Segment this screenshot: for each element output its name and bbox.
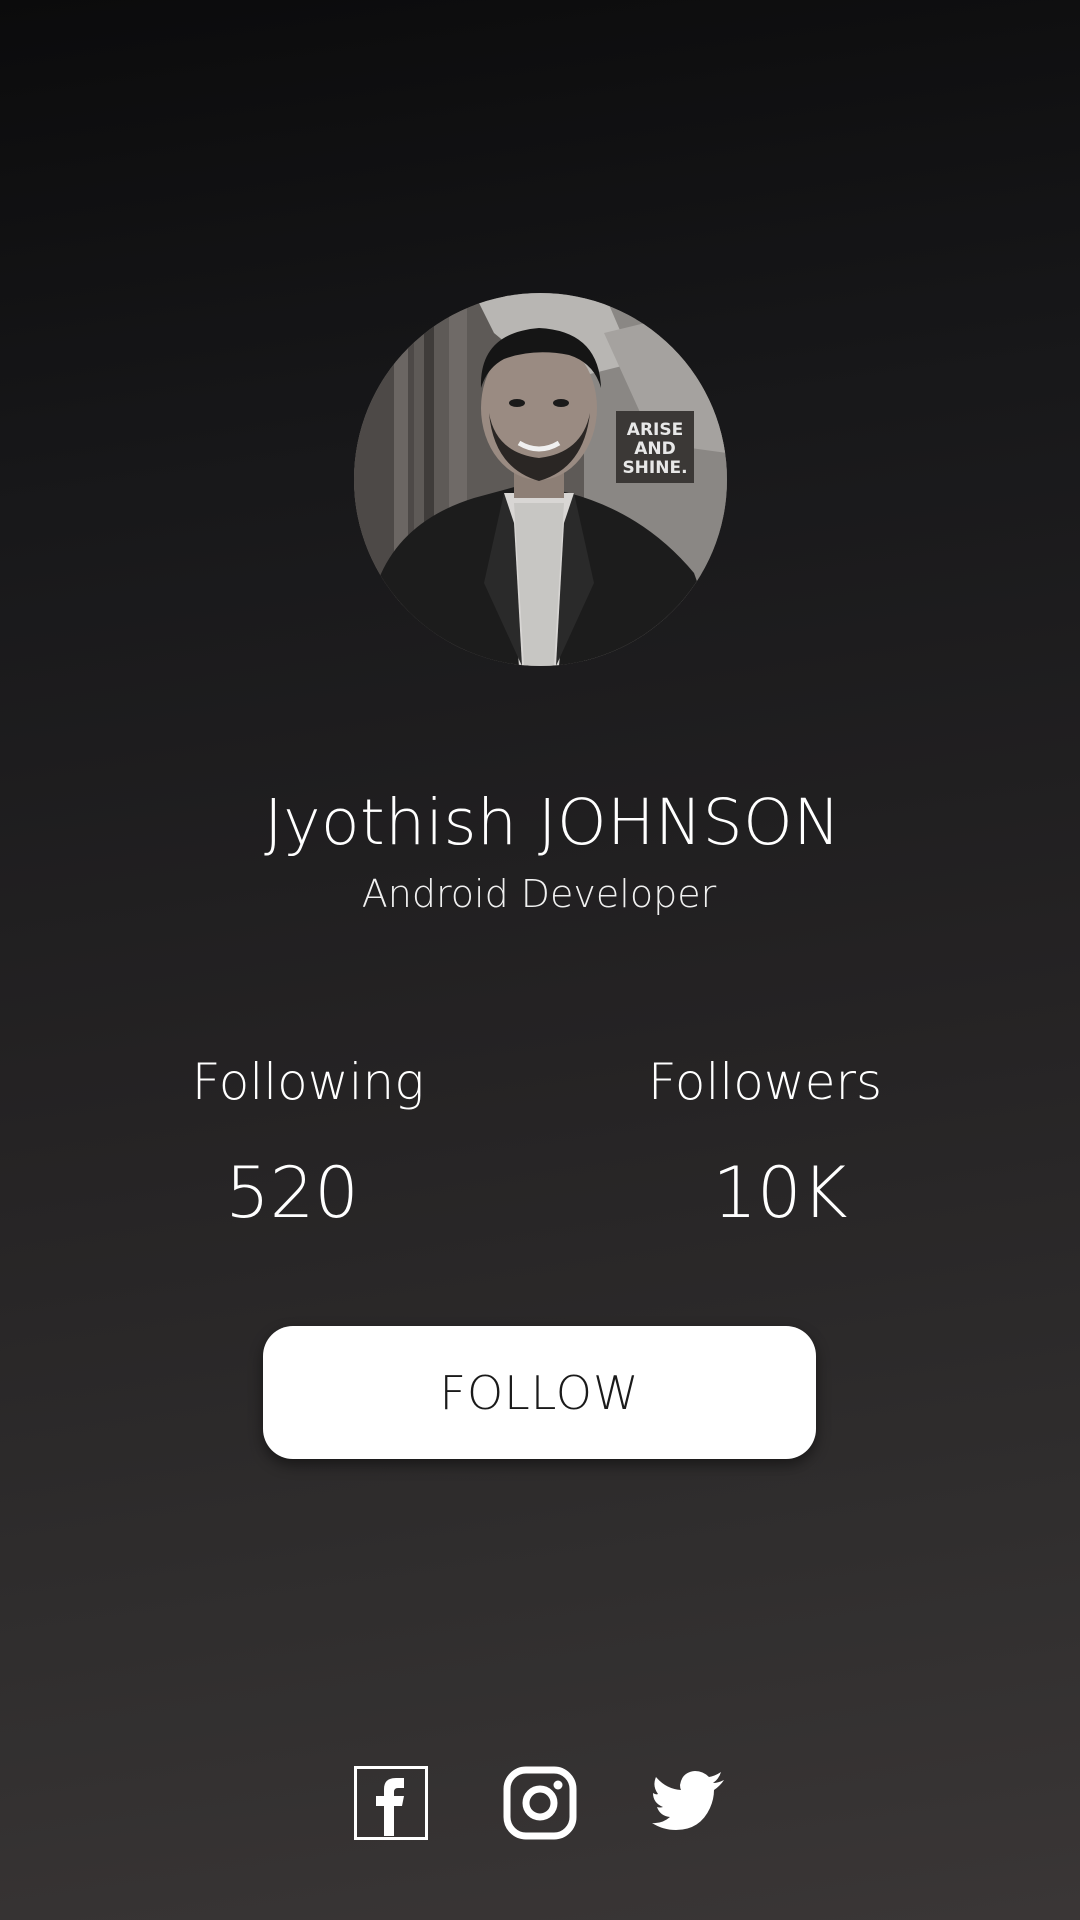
follow-button[interactable]: FOLLOW — [263, 1326, 816, 1459]
followers-count: 10K — [712, 1152, 848, 1234]
following-label: Following — [191, 1053, 425, 1111]
facebook-icon[interactable] — [354, 1766, 428, 1840]
svg-text:SHINE.: SHINE. — [622, 458, 687, 478]
svg-text:ARISE: ARISE — [627, 420, 683, 440]
followers-label: Followers — [647, 1053, 883, 1111]
avatar: ARISE AND SHINE. — [354, 293, 727, 666]
profile-title: Android Developer — [361, 872, 717, 916]
follow-button-label: FOLLOW — [439, 1365, 640, 1420]
svg-text:AND: AND — [634, 439, 676, 459]
instagram-icon[interactable] — [503, 1766, 577, 1840]
twitter-icon[interactable] — [652, 1766, 726, 1840]
profile-name: Jyothish JOHNSON — [264, 786, 841, 859]
profile-photo: ARISE AND SHINE. — [354, 293, 727, 666]
following-count: 520 — [225, 1152, 359, 1234]
